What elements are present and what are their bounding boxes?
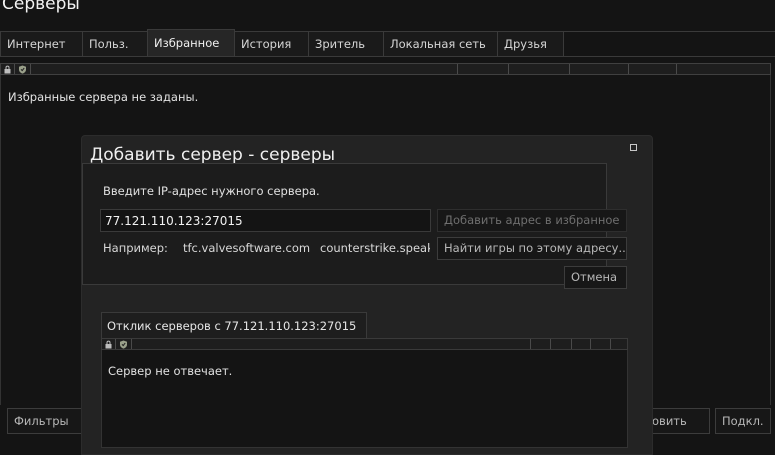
example-address: tfc.valvesoftware.com [183, 241, 311, 255]
ip-address-input[interactable] [100, 209, 431, 232]
add-to-favorites-button[interactable]: Добавить адрес в избранное [437, 209, 627, 232]
connect-button[interactable]: Подкл. [715, 408, 771, 434]
column-divider[interactable] [590, 339, 591, 349]
tab-internet[interactable]: Интернет [0, 31, 83, 56]
response-list-header [101, 338, 628, 350]
window-title: Серверы [2, 0, 80, 14]
server-response-list[interactable] [101, 338, 628, 448]
column-divider[interactable] [14, 64, 15, 74]
tab-custom[interactable]: Польз. [82, 31, 148, 56]
cancel-button[interactable]: Отмена [564, 266, 627, 289]
column-divider[interactable] [628, 64, 629, 74]
column-divider[interactable] [571, 339, 572, 349]
column-divider[interactable] [676, 64, 677, 74]
column-divider[interactable] [508, 64, 509, 74]
server-list-header [0, 63, 771, 75]
maximize-icon[interactable] [630, 144, 637, 151]
lock-icon[interactable] [3, 65, 12, 74]
column-divider[interactable] [610, 339, 611, 349]
column-divider[interactable] [530, 339, 531, 349]
response-tab-label: Отклик серверов с 77.121.110.123:27015 [107, 319, 357, 333]
tab-spectate[interactable]: Зритель [308, 31, 384, 56]
no-response-message: Сервер не отвечает. [108, 364, 233, 378]
tab-friends[interactable]: Друзья [497, 31, 564, 56]
find-games-button[interactable]: Найти игры по этому адресу... [437, 237, 627, 260]
column-divider[interactable] [550, 339, 551, 349]
column-divider[interactable] [131, 339, 132, 349]
divider [0, 56, 775, 57]
column-divider[interactable] [457, 64, 458, 74]
refresh-button[interactable]: овить [643, 408, 710, 434]
column-divider[interactable] [115, 339, 116, 349]
shield-icon[interactable] [119, 340, 128, 349]
empty-list-message: Избранные сервера не заданы. [8, 90, 199, 104]
tab-favorites[interactable]: Избранное [147, 29, 235, 56]
column-divider[interactable] [569, 64, 570, 74]
example-address: counterstrike.speakeasy.net [320, 241, 430, 255]
shield-icon[interactable] [18, 65, 27, 74]
tab-history[interactable]: История [234, 31, 309, 56]
lock-icon[interactable] [104, 340, 113, 349]
column-divider[interactable] [30, 64, 31, 74]
example-label: Например: [103, 241, 168, 255]
dialog-title: Добавить сервер - серверы [90, 145, 336, 165]
tab-bar-filler [563, 31, 775, 56]
tab-lan[interactable]: Локальная сеть [383, 31, 498, 56]
ip-prompt: Введите IP-адрес нужного сервера. [103, 184, 320, 198]
